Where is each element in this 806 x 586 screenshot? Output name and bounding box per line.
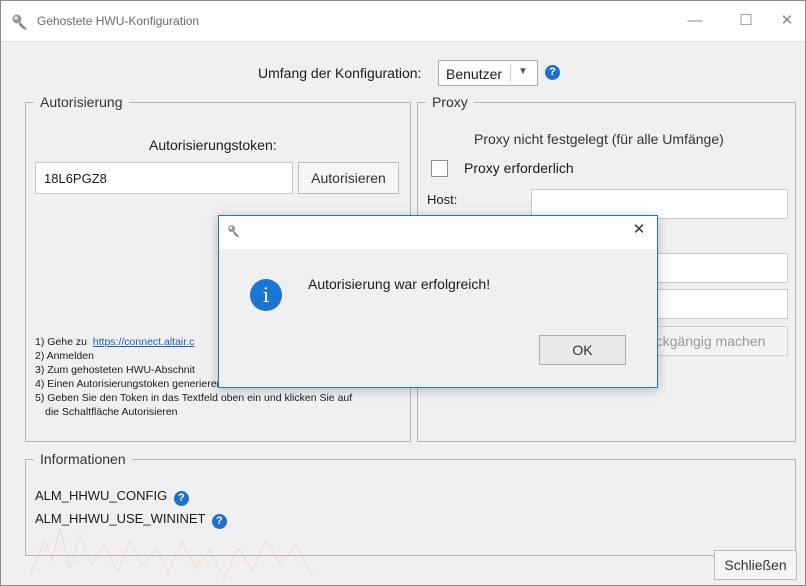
authorization-legend: Autorisierung: [40, 94, 123, 110]
info-item-wininet: ALM_HHWU_USE_WININET ?: [35, 511, 227, 529]
proxy-required-label[interactable]: Proxy erforderlich: [464, 160, 574, 176]
minimize-button[interactable]: —: [685, 11, 705, 31]
step-5: 5) Geben Sie den Token in das Textfeld o…: [35, 392, 353, 404]
dialog-body: i Autorisierung war erfolgreich! OK: [219, 249, 657, 387]
scope-help-icon[interactable]: ?: [545, 65, 560, 80]
close-button[interactable]: Schließen: [714, 550, 797, 580]
info-item-label: ALM_HHWU_CONFIG: [35, 488, 168, 503]
close-window-button[interactable]: ✕: [777, 11, 797, 31]
proxy-required-checkbox[interactable]: [431, 160, 448, 177]
help-circle-icon[interactable]: ?: [173, 491, 189, 506]
title-bar[interactable]: Gehostete HWU-Konfiguration — ☐ ✕: [1, 1, 805, 42]
dropdown-separator: [510, 65, 511, 82]
dialog-close-button[interactable]: ✕: [629, 220, 649, 240]
key-icon: [12, 14, 27, 30]
key-icon: [228, 225, 240, 238]
host-label: Host:: [427, 192, 458, 207]
info-item-config: ALM_HHWU_CONFIG ?: [35, 488, 189, 506]
step-1-text: 1) Gehe zu: [35, 336, 87, 348]
window-title: Gehostete HWU-Konfiguration: [37, 14, 200, 28]
scope-label: Umfang der Konfiguration:: [258, 65, 422, 81]
info-item-label: ALM_HHWU_USE_WININET: [35, 511, 206, 526]
step-5-continued: die Schaltfläche Autorisieren: [45, 406, 178, 418]
info-icon: i: [250, 279, 282, 311]
help-circle-icon[interactable]: ?: [211, 514, 227, 529]
authorize-button[interactable]: Autorisieren: [298, 162, 399, 194]
scope-selected-value: Benutzer: [446, 66, 503, 82]
token-label: Autorisierungstoken:: [149, 137, 277, 153]
proxy-status-text: Proxy nicht festgelegt (für alle Umfänge…: [474, 131, 724, 147]
dialog-message: Autorisierung war erfolgreich!: [308, 276, 491, 292]
token-input[interactable]: [35, 162, 293, 194]
success-dialog: ✕ i Autorisierung war erfolgreich! OK: [218, 215, 658, 388]
proxy-legend: Proxy: [432, 94, 468, 110]
maximize-button[interactable]: ☐: [736, 11, 756, 31]
scope-dropdown[interactable]: Benutzer ▼: [438, 60, 538, 86]
ok-button[interactable]: OK: [539, 335, 626, 365]
connect-link[interactable]: https://connect.altair.c: [93, 336, 195, 348]
chevron-down-icon: ▼: [518, 66, 528, 77]
information-legend: Informationen: [40, 451, 126, 467]
